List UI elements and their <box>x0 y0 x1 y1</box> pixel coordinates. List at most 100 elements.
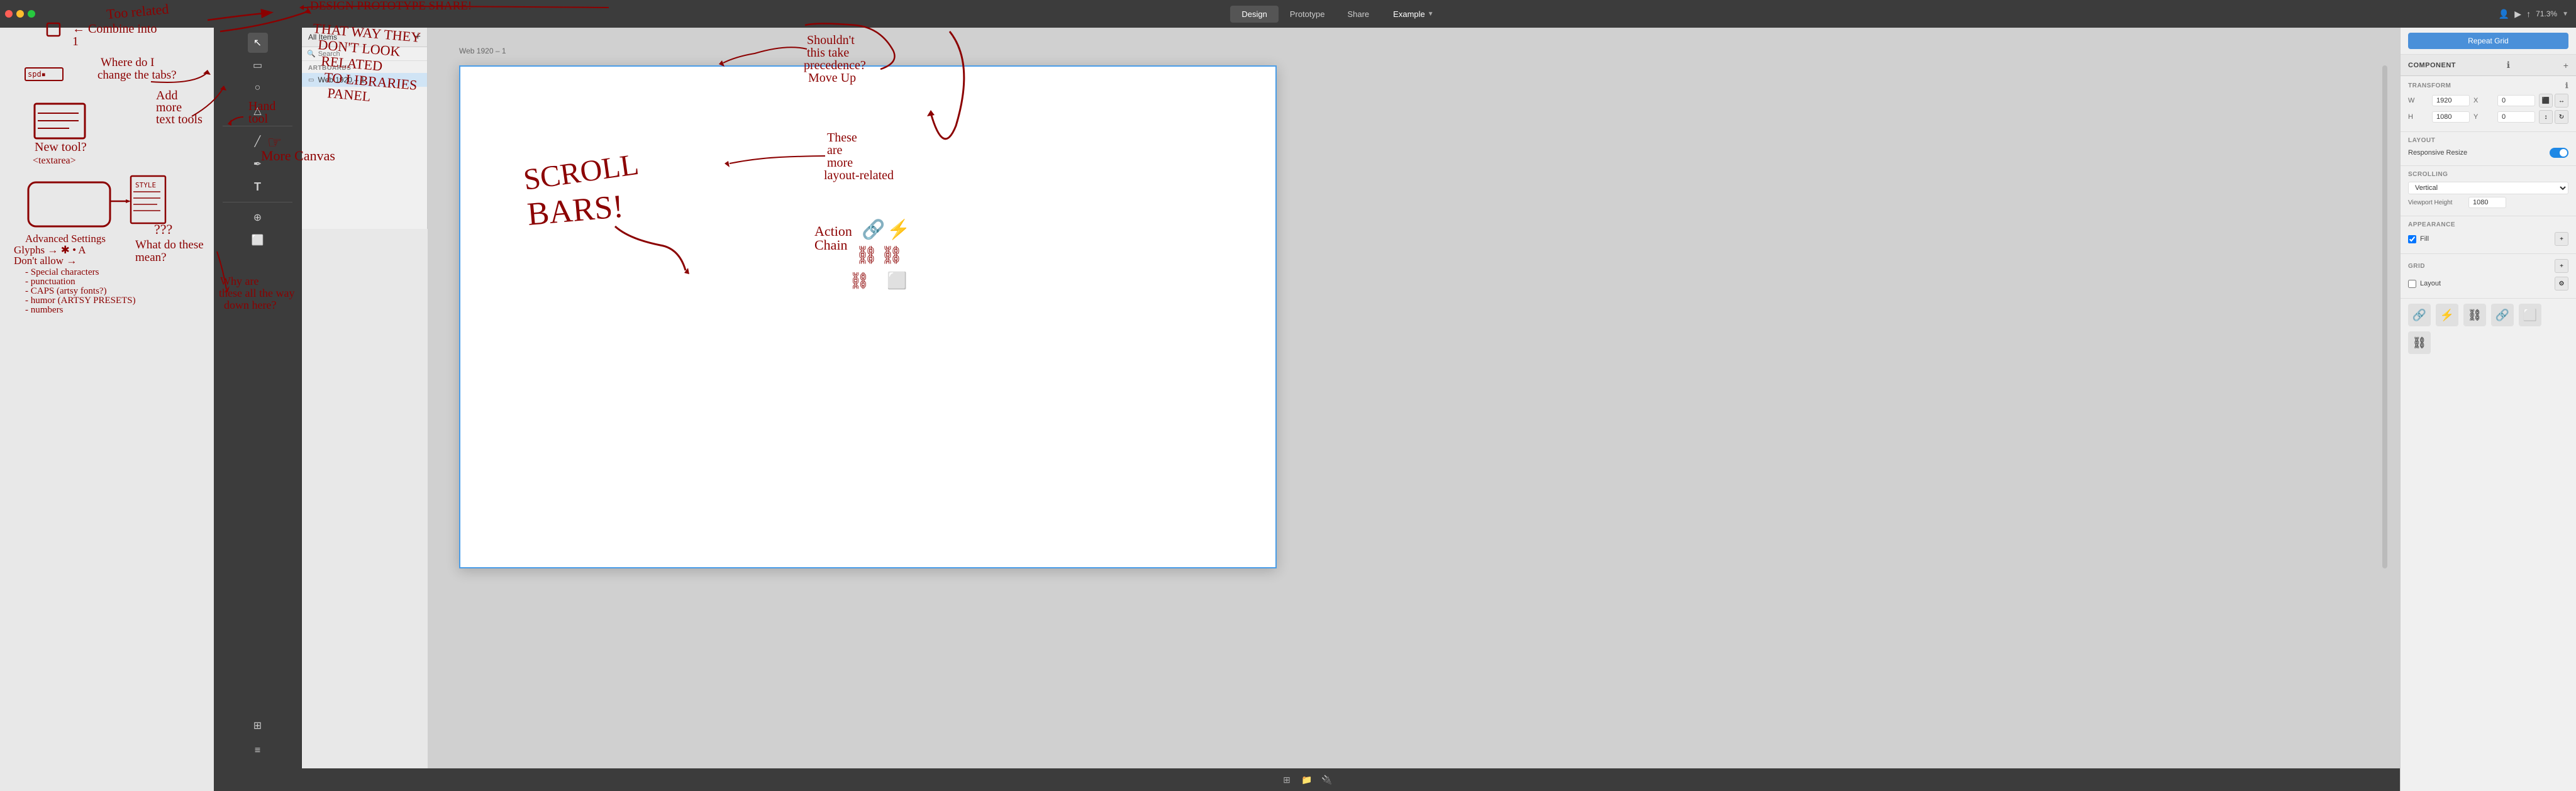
zoom-tool[interactable]: ⊕ <box>248 207 268 228</box>
svg-text:Where do I: Where do I <box>101 56 154 69</box>
appearance-title: APPEARANCE <box>2408 221 2568 228</box>
component-info-icon[interactable]: ℹ <box>2507 60 2510 70</box>
rotate-icon[interactable]: ↻ <box>2555 110 2568 124</box>
layout-label: Layout <box>2420 280 2551 287</box>
h-input[interactable] <box>2432 111 2470 123</box>
component-header: COMPONENT ℹ + <box>2401 55 2576 76</box>
component-icon-bolt[interactable]: ⚡ <box>2436 304 2458 326</box>
text-tool[interactable]: T <box>248 177 268 197</box>
search-icon: 🔍 <box>307 50 316 58</box>
layers-search-input[interactable] <box>318 50 422 58</box>
component-icon-chain[interactable]: ⛓ <box>2463 304 2486 326</box>
assets-bottom-icon[interactable]: 📁 <box>1298 771 1316 788</box>
fill-checkbox[interactable] <box>2408 235 2416 243</box>
layout-title: LAYOUT <box>2408 137 2568 144</box>
plugins-bottom-icon[interactable]: 🔌 <box>1318 771 1336 788</box>
artboard-layer-icon: ▭ <box>308 77 314 84</box>
top-bar-center: Design Prototype Share Example ▼ <box>214 6 2450 23</box>
layers-tool[interactable]: ≡ <box>248 741 268 761</box>
top-bar-left <box>0 10 214 18</box>
component-icon-chain2[interactable]: ⛓ <box>2408 331 2431 354</box>
align-left-icon[interactable]: ⬛ <box>2539 94 2553 108</box>
bottom-toolbar: ⊞ 📁 🔌 <box>214 768 2400 791</box>
artboard[interactable] <box>459 65 1277 568</box>
svg-text:<textarea>: <textarea> <box>33 155 76 166</box>
svg-text:1: 1 <box>72 35 79 48</box>
grid-title: GRID + <box>2408 259 2568 273</box>
svg-text:- humor (ARTSY PRESETS): - humor (ARTSY PRESETS) <box>25 296 136 306</box>
toggle-knob <box>2560 149 2567 157</box>
traffic-lights <box>5 10 35 18</box>
x-input[interactable] <box>2497 95 2535 106</box>
fill-add-icon[interactable]: + <box>2555 232 2568 246</box>
svg-text:mean?: mean? <box>135 251 167 264</box>
scrolling-section: SCROLLING Vertical None Horizontal Panni… <box>2401 166 2576 216</box>
component-add-icon[interactable]: + <box>2563 60 2568 70</box>
fullscreen-button[interactable] <box>28 10 35 18</box>
responsive-resize-toggle[interactable] <box>2550 148 2568 158</box>
svg-text:change the tabs?: change the tabs? <box>97 69 177 82</box>
component-icon-link2[interactable]: 🔗 <box>2491 304 2514 326</box>
minimize-button[interactable] <box>16 10 24 18</box>
layers-bottom-icon[interactable]: ⊞ <box>1278 771 1296 788</box>
artboard-layer-name: Web 1920 – 1 <box>318 75 365 84</box>
grid-settings-icon[interactable]: ⚙ <box>2555 277 2568 290</box>
line-tool[interactable]: ╱ <box>248 131 268 152</box>
flip-v-icon[interactable]: ↕ <box>2539 110 2553 124</box>
layers-search: 🔍 <box>302 47 427 61</box>
canvas-area[interactable]: Web 1920 – 1 <box>428 28 2400 791</box>
grid-tool[interactable]: ⊞ <box>248 716 268 736</box>
flip-h-icon[interactable]: ↔ <box>2555 94 2568 108</box>
layout-row: Layout ⚙ <box>2408 277 2568 290</box>
svg-text:spd▪: spd▪ <box>28 70 46 79</box>
artboard-layer-item[interactable]: ▭ Web 1920 – 1 <box>302 73 427 87</box>
component-icon-link[interactable]: 🔗 <box>2408 304 2431 326</box>
transform-section: TRANSFORM ℹ W X ⬛ ↔ H Y ↕ ↻ <box>2401 76 2576 132</box>
select-tool[interactable]: ↖ <box>248 33 268 53</box>
transform-title: TRANSFORM ℹ <box>2408 81 2568 90</box>
app-dropdown-icon[interactable]: ▼ <box>1428 11 1434 18</box>
tab-share[interactable]: Share <box>1336 6 1380 23</box>
svg-text:???: ??? <box>154 221 172 237</box>
svg-text:STYLE: STYLE <box>135 181 156 189</box>
pen-tool[interactable]: ✒ <box>248 154 268 174</box>
app-name: Example <box>1393 9 1425 19</box>
transform-info-icon[interactable]: ℹ <box>2565 81 2568 90</box>
close-button[interactable] <box>5 10 13 18</box>
viewport-height-input[interactable] <box>2468 197 2506 208</box>
shape-tool[interactable]: ⬜ <box>248 230 268 250</box>
share-icon[interactable]: ↑ <box>2526 9 2531 19</box>
repeat-grid-section: Repeat Grid <box>2401 28 2576 55</box>
person-icon: 👤 <box>2499 9 2509 19</box>
top-bar: Design Prototype Share Example ▼ 👤 ▶ ↑ 7… <box>0 0 2576 28</box>
artboards-section-label: ARTBOARDS <box>302 61 427 73</box>
scroll-direction-select[interactable]: Vertical None Horizontal Panning <box>2408 182 2568 194</box>
rectangle-tool[interactable]: ▭ <box>248 55 268 75</box>
layers-add-icon[interactable]: + <box>415 31 421 43</box>
vertical-scrollbar[interactable] <box>2382 65 2387 568</box>
component-icons-area: 🔗 ⚡ ⛓ 🔗 ⬜ ⛓ <box>2401 299 2576 359</box>
svg-text:- numbers: - numbers <box>25 305 64 315</box>
svg-text:Advanced Settings: Advanced Settings <box>25 233 106 245</box>
svg-text:- punctuation: - punctuation <box>25 277 75 287</box>
y-input[interactable] <box>2497 111 2535 123</box>
appearance-section: APPEARANCE Fill + <box>2401 216 2576 254</box>
grid-add-icon[interactable]: + <box>2555 259 2568 273</box>
tab-prototype[interactable]: Prototype <box>1279 6 1336 23</box>
repeat-grid-button[interactable]: Repeat Grid <box>2408 33 2568 49</box>
triangle-tool[interactable]: △ <box>248 101 268 121</box>
component-icon-square[interactable]: ⬜ <box>2519 304 2541 326</box>
w-input[interactable] <box>2432 95 2470 106</box>
layers-title: All Items <box>308 33 337 41</box>
tab-design[interactable]: Design <box>1230 6 1278 23</box>
play-icon[interactable]: ▶ <box>2514 9 2521 19</box>
grid-section: GRID + Layout ⚙ <box>2401 254 2576 299</box>
layers-header: All Items + <box>302 28 427 47</box>
zoom-dropdown-icon[interactable]: ▼ <box>2562 11 2568 18</box>
layout-checkbox[interactable] <box>2408 280 2416 288</box>
transform-h-row: H Y ↕ ↻ <box>2408 110 2568 124</box>
responsive-resize-row: Responsive Resize <box>2408 148 2568 158</box>
layers-panel: All Items + 🔍 ARTBOARDS ▭ Web 1920 – 1 <box>302 28 428 229</box>
ellipse-tool[interactable]: ○ <box>248 78 268 98</box>
svg-text:more: more <box>156 101 182 114</box>
